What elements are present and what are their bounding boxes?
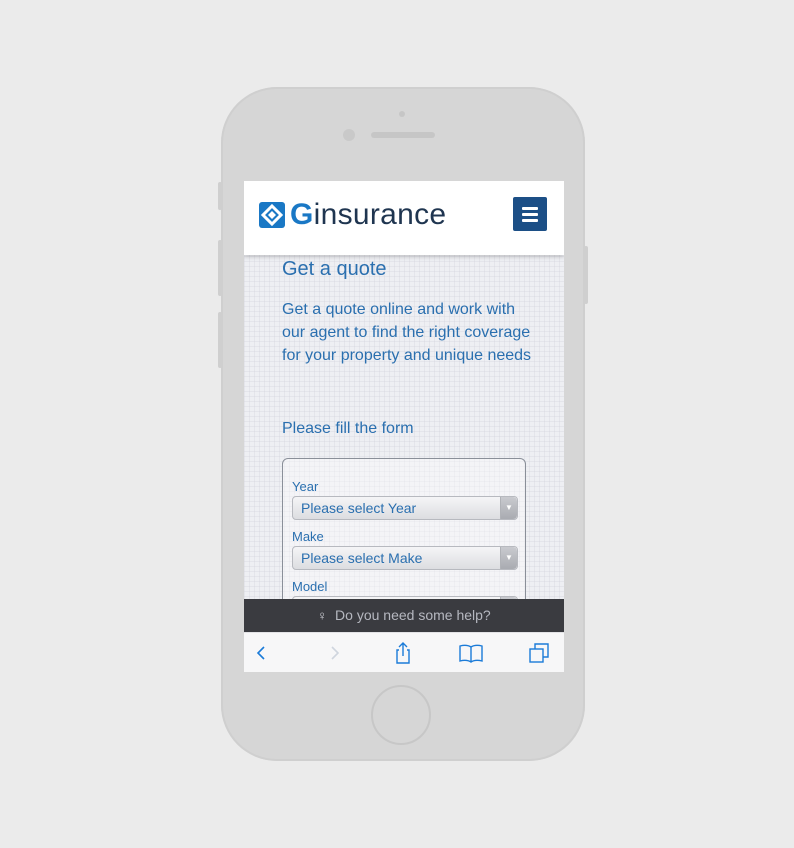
- power-button: [584, 246, 588, 304]
- phone-screen: Ginsurance Get a quote Get a quote onlin…: [244, 181, 564, 672]
- help-text: Do you need some help?: [335, 607, 491, 623]
- logo-name: insurance: [313, 198, 447, 231]
- year-label: Year: [292, 479, 319, 494]
- site-header: Ginsurance: [244, 181, 564, 255]
- menu-button[interactable]: [513, 197, 547, 231]
- year-select-value: Please select Year: [301, 500, 417, 516]
- menu-icon: [522, 207, 538, 210]
- back-icon[interactable]: [250, 641, 274, 665]
- home-button[interactable]: [371, 685, 431, 745]
- chevron-down-icon: ▼: [500, 547, 517, 569]
- tabs-icon[interactable]: [527, 641, 551, 665]
- forward-icon[interactable]: [322, 641, 346, 665]
- sensor-dot: [399, 111, 405, 117]
- volume-up-button: [218, 240, 222, 296]
- front-camera: [343, 129, 355, 141]
- year-select[interactable]: Please select Year ▼: [292, 496, 518, 520]
- form-heading: Please fill the form: [282, 420, 414, 437]
- help-person-icon: ♀: [317, 608, 328, 623]
- mute-switch: [218, 182, 222, 210]
- volume-down-button: [218, 312, 222, 368]
- page-title: Get a quote: [282, 258, 387, 280]
- menu-icon-bar: [522, 219, 538, 222]
- make-select-value: Please select Make: [301, 550, 423, 566]
- logo-initial: G: [290, 198, 314, 231]
- intro-text: Get a quote online and work with our age…: [282, 301, 532, 364]
- model-label: Model: [292, 579, 328, 594]
- make-label: Make: [292, 529, 324, 544]
- help-bar[interactable]: ♀ Do you need some help?: [244, 599, 564, 632]
- menu-icon-bar: [522, 213, 538, 216]
- chevron-down-icon: ▼: [500, 497, 517, 519]
- earpiece-speaker: [371, 132, 435, 138]
- logo-wordmark[interactable]: Ginsurance: [290, 197, 446, 233]
- share-icon[interactable]: [391, 641, 415, 665]
- logo-icon[interactable]: [259, 202, 285, 228]
- make-select[interactable]: Please select Make ▼: [292, 546, 518, 570]
- browser-toolbar: [244, 632, 564, 672]
- bookmarks-icon[interactable]: [458, 641, 483, 665]
